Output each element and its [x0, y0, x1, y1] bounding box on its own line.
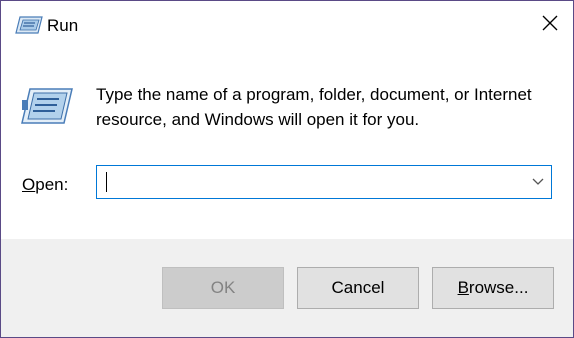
- chevron-down-icon[interactable]: [531, 174, 545, 188]
- instruction-text: Type the name of a program, folder, docu…: [96, 85, 532, 129]
- dialog-body: Type the name of a program, folder, docu…: [1, 49, 573, 239]
- ok-button[interactable]: OK: [162, 267, 284, 309]
- open-label-mnemonic: O: [22, 175, 36, 194]
- browse-button[interactable]: Browse...: [432, 267, 554, 309]
- run-icon: [21, 86, 73, 126]
- browse-mnemonic: B: [457, 278, 469, 297]
- cancel-button[interactable]: Cancel: [297, 267, 419, 309]
- open-combobox[interactable]: [96, 165, 552, 199]
- window-title: Run: [47, 16, 79, 35]
- open-label-text: pen:: [35, 175, 69, 194]
- text-cursor: [106, 172, 107, 192]
- open-label: Open:: [22, 174, 68, 196]
- button-bar: OK Cancel Browse...: [1, 239, 573, 337]
- run-icon: [15, 15, 43, 35]
- close-icon: [542, 15, 558, 36]
- run-dialog: Run Type the name of a program, folder, …: [0, 0, 574, 338]
- browse-label: rowse...: [468, 278, 529, 297]
- close-button[interactable]: [527, 1, 573, 49]
- title-bar[interactable]: Run: [1, 1, 573, 49]
- open-input[interactable]: [97, 166, 517, 198]
